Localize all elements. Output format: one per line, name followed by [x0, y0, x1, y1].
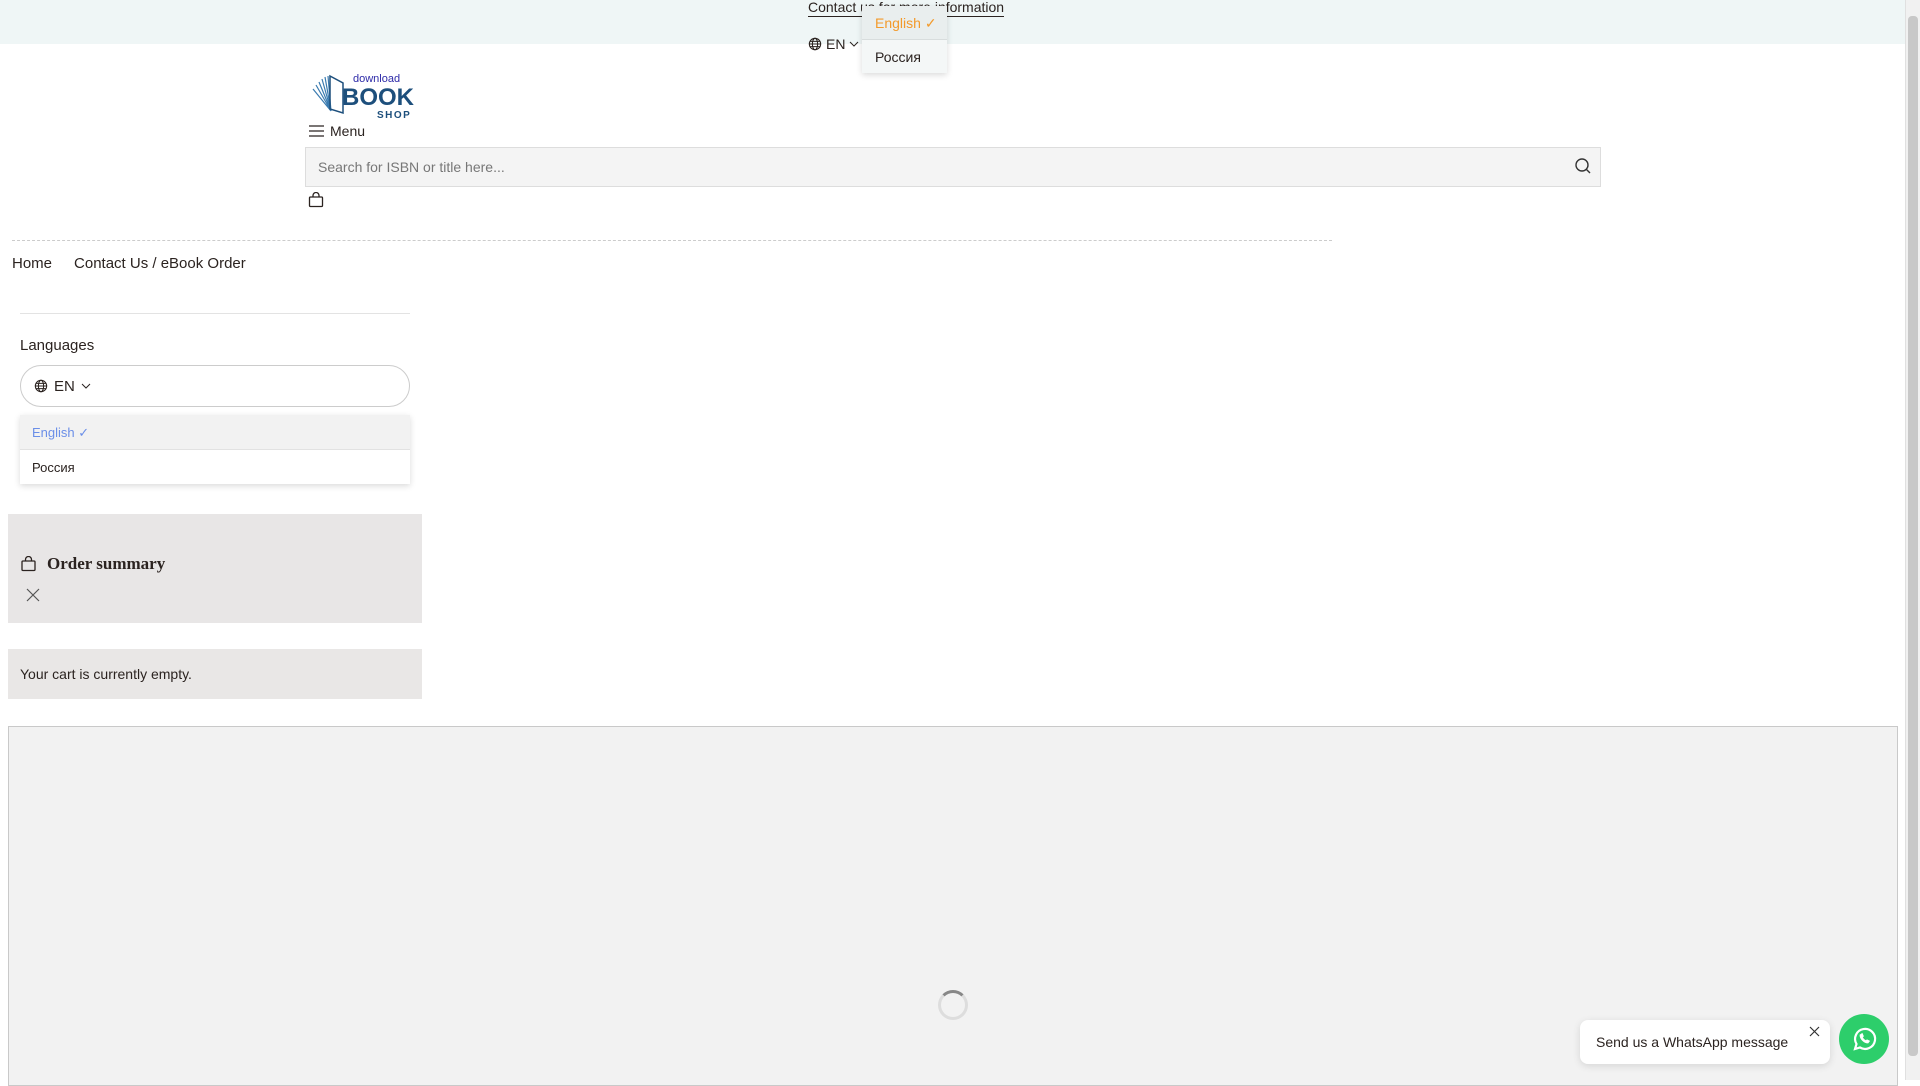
search-bar — [305, 147, 1601, 187]
globe-icon — [808, 37, 822, 51]
check-icon: ✓ — [78, 425, 90, 440]
search-input[interactable] — [306, 148, 1600, 186]
logo-line2: BOOK — [342, 84, 415, 111]
menu-button[interactable]: Menu — [309, 123, 365, 139]
scrollbar[interactable] — [1905, 0, 1920, 1080]
order-summary-title: Order summary — [20, 554, 165, 574]
loading-spinner — [938, 990, 968, 1020]
logo-line3: SHOP — [377, 110, 411, 119]
order-summary-panel: Order summary — [8, 514, 422, 623]
breadcrumb-current: Contact Us / eBook Order — [74, 255, 246, 272]
language-option-english[interactable]: English ✓ — [862, 6, 947, 40]
language-option-russia[interactable]: Россия — [862, 40, 947, 74]
scrollbar-thumb[interactable] — [1908, 16, 1918, 1056]
languages-label: Languages — [20, 337, 95, 354]
shopping-bag-icon — [21, 556, 36, 572]
language-code: EN — [826, 36, 846, 52]
language-option-english[interactable]: English ✓ — [20, 415, 410, 450]
search-icon[interactable] — [1574, 157, 1592, 175]
divider — [12, 240, 1332, 241]
language-switcher-top[interactable]: EN — [808, 36, 859, 52]
chevron-down-icon — [850, 41, 859, 47]
language-option-russia[interactable]: Россия — [20, 450, 410, 485]
breadcrumb-home[interactable]: Home — [12, 255, 52, 272]
language-dropdown-sidebar: English ✓ Россия — [20, 415, 410, 484]
chevron-down-icon — [81, 383, 91, 389]
whatsapp-icon — [1853, 1027, 1877, 1051]
language-select[interactable]: EN — [20, 365, 410, 407]
divider — [20, 313, 410, 314]
language-code: EN — [54, 377, 75, 395]
whatsapp-button[interactable] — [1839, 1014, 1889, 1064]
empty-cart-message: Your cart is currently empty. — [8, 649, 422, 699]
close-icon[interactable] — [26, 588, 40, 602]
check-icon: ✓ — [924, 15, 937, 31]
hamburger-icon — [309, 125, 324, 137]
cart-icon[interactable] — [308, 192, 324, 208]
language-dropdown-top: English ✓ Россия — [862, 6, 947, 73]
whatsapp-popup[interactable]: Send us a WhatsApp message — [1580, 1020, 1830, 1064]
whatsapp-message: Send us a WhatsApp message — [1596, 1034, 1789, 1050]
close-icon[interactable] — [1809, 1026, 1820, 1037]
globe-icon — [34, 379, 48, 393]
logo[interactable]: download BOOK SHOP — [309, 71, 421, 119]
breadcrumb: Home Contact Us / eBook Order — [12, 255, 246, 272]
